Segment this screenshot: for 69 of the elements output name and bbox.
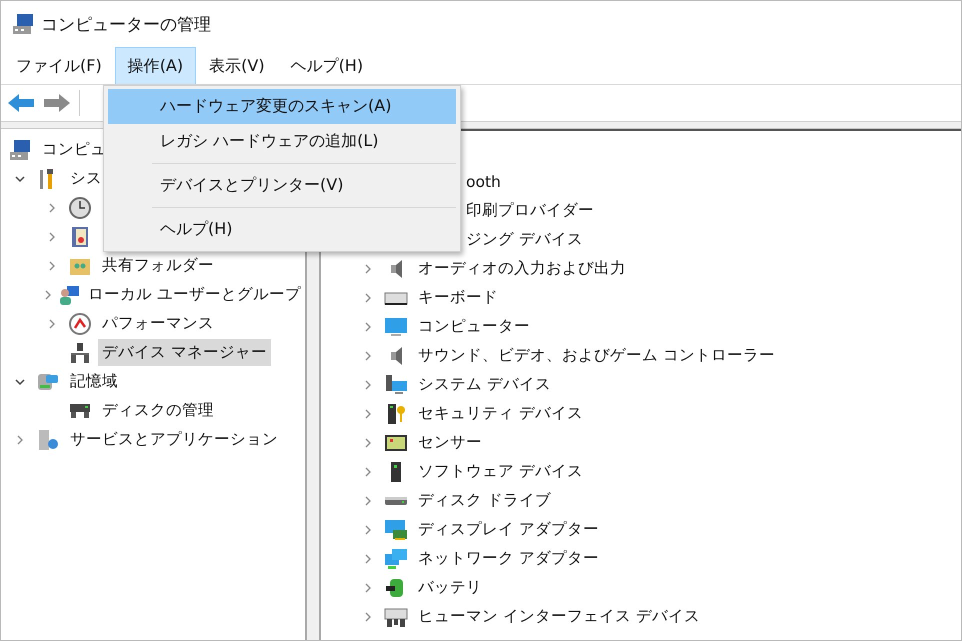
back-arrow-icon[interactable]: [7, 92, 35, 114]
expand-chevron-icon[interactable]: [47, 318, 57, 328]
speaker-icon: [390, 346, 402, 364]
device-category[interactable]: キーボード: [414, 284, 502, 311]
expand-chevron-icon[interactable]: [47, 260, 57, 270]
tree-item[interactable]: 記憶域: [66, 368, 122, 395]
tree-item[interactable]: シス: [66, 165, 106, 192]
device-category[interactable]: ネットワーク アダプター: [414, 545, 603, 572]
device-category[interactable]: ooth: [462, 170, 505, 194]
expand-chevron-icon[interactable]: [363, 264, 373, 274]
device-category[interactable]: バッテリ: [414, 574, 486, 601]
expand-chevron-icon[interactable]: [363, 292, 373, 302]
tree-item[interactable]: デバイス マネージャー: [98, 339, 271, 366]
collapse-chevron-icon[interactable]: [15, 174, 25, 184]
expand-chevron-icon[interactable]: [43, 290, 54, 300]
disk-icon: [70, 404, 90, 418]
menu-item[interactable]: ヘルプ(H): [108, 212, 456, 247]
tree-item[interactable]: パフォーマンス: [98, 310, 218, 337]
menu-bar-item[interactable]: 操作(A): [114, 47, 196, 84]
collapse-chevron-icon[interactable]: [15, 376, 25, 386]
system-device-icon: [384, 372, 408, 396]
speaker-icon: [390, 260, 402, 278]
menu-bar-item[interactable]: ヘルプ(H): [278, 47, 376, 84]
device-category[interactable]: コンピューター: [414, 313, 534, 340]
device-manager-icon: [68, 340, 92, 364]
expand-chevron-icon[interactable]: [363, 612, 373, 622]
device-category[interactable]: ソフトウェア デバイス: [414, 458, 587, 485]
expand-chevron-icon[interactable]: [363, 350, 373, 360]
expand-chevron-icon[interactable]: [363, 408, 373, 418]
window-title: コンピューターの管理: [41, 14, 211, 36]
gauge-icon: [68, 312, 92, 336]
device-category[interactable]: ヒューマン インターフェイス デバイス: [414, 603, 704, 630]
expand-chevron-icon[interactable]: [363, 496, 373, 506]
device-category[interactable]: ディスク ドライブ: [414, 487, 555, 514]
device-category[interactable]: システム デバイス: [414, 371, 555, 398]
device-category[interactable]: ジング デバイス: [462, 226, 587, 253]
device-category[interactable]: オーディオの入力および出力: [414, 255, 630, 282]
expand-chevron-icon[interactable]: [363, 582, 373, 592]
expand-chevron-icon[interactable]: [15, 434, 25, 444]
menu-bar-item[interactable]: 表示(V): [196, 47, 278, 84]
menu-item[interactable]: レガシ ハードウェアの追加(L): [108, 124, 456, 159]
forward-arrow-icon[interactable]: [43, 92, 71, 114]
expand-chevron-icon[interactable]: [363, 438, 373, 448]
device-category[interactable]: セキュリティ デバイス: [414, 400, 587, 427]
device-category[interactable]: センサー: [414, 429, 486, 456]
expand-chevron-icon[interactable]: [363, 322, 373, 332]
device-category[interactable]: 印刷プロバイダー: [462, 197, 598, 224]
tree-item[interactable]: ディスクの管理: [98, 397, 218, 424]
tree-item[interactable]: ローカル ユーザーとグループ: [84, 281, 305, 308]
server-gear-icon: [36, 428, 60, 452]
menu-bar-item[interactable]: ファイル(F): [3, 47, 115, 84]
expand-chevron-icon[interactable]: [363, 524, 373, 534]
tree-item[interactable]: サービスとアプリケーション: [66, 426, 282, 453]
menu-item[interactable]: ハードウェア変更のスキャン(A): [108, 89, 456, 124]
computer-icon: [8, 138, 32, 162]
device-category[interactable]: ディスプレイ アダプター: [414, 516, 603, 543]
disk-drive-icon: [385, 496, 407, 504]
computer-icon: [11, 12, 35, 36]
expand-chevron-icon[interactable]: [47, 232, 57, 242]
tree-item[interactable]: 共有フォルダー: [98, 252, 218, 279]
clock-icon: [68, 196, 92, 220]
expand-chevron-icon[interactable]: [363, 466, 373, 476]
network-adapter-icon: [384, 546, 408, 570]
expand-chevron-icon[interactable]: [47, 202, 57, 212]
expand-chevron-icon[interactable]: [363, 554, 373, 564]
device-category[interactable]: サウンド、ビデオ、およびゲーム コントローラー: [414, 342, 779, 369]
menu-item[interactable]: デバイスとプリンター(V): [108, 168, 456, 203]
expand-chevron-icon[interactable]: [363, 380, 373, 390]
display-adapter-icon: [384, 518, 408, 542]
